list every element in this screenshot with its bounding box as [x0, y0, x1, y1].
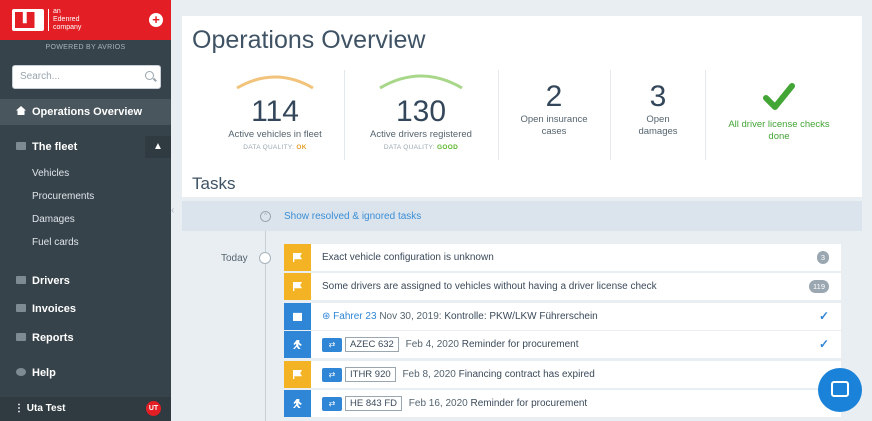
- home-icon: [16, 106, 26, 115]
- car-icon: [16, 142, 26, 150]
- flag-icon: [293, 253, 302, 262]
- chevron-up-icon[interactable]: ^: [260, 211, 271, 222]
- car-icon: ⇄: [322, 367, 342, 382]
- help-icon: [16, 368, 26, 376]
- license-plate[interactable]: ITHR 920: [345, 367, 396, 382]
- steering-wheel-icon: ⊛: [322, 311, 334, 322]
- task-row[interactable]: ⇄ HE 843 FD Feb 16, 2020 Reminder for pro…: [284, 390, 841, 418]
- sidebar-item-procurements[interactable]: Procurements: [32, 188, 94, 206]
- flag-icon: [293, 282, 302, 291]
- calendar-icon: [293, 312, 302, 321]
- avatar: UT: [146, 401, 161, 416]
- add-icon[interactable]: +: [149, 13, 163, 27]
- show-resolved-link[interactable]: Show resolved & ignored tasks: [284, 211, 421, 222]
- timeline-dot: [259, 252, 271, 264]
- invoice-icon: [16, 304, 26, 312]
- show-resolved-bar: ^ Show resolved & ignored tasks: [182, 201, 862, 231]
- gauge-icon: [236, 75, 314, 90]
- sidebar-item-damages[interactable]: Damages: [32, 211, 75, 229]
- gauge-icon: [379, 74, 463, 90]
- chevron-up-icon[interactable]: ▲: [145, 136, 171, 158]
- task-row[interactable]: ⇄ AZEC 632 Feb 4, 2020 Reminder for procu…: [284, 331, 841, 359]
- overview-panel: Operations Overview 114 Active vehicles …: [182, 16, 862, 197]
- check-icon[interactable]: ✓: [819, 337, 829, 351]
- sidebar-item-fleet[interactable]: The fleet ▲: [0, 136, 171, 158]
- tasks-heading: Tasks: [192, 174, 236, 193]
- car-icon: ⇄: [322, 396, 342, 411]
- sidebar: an Edenred company + POWERED BY AVRIOS S…: [0, 0, 171, 421]
- runner-icon: [293, 399, 302, 408]
- count-badge: 119: [809, 280, 829, 293]
- task-row[interactable]: Exact vehicle configuration is unknown 3: [284, 244, 841, 272]
- sidebar-item-help[interactable]: Help: [0, 362, 171, 384]
- today-label: Today: [221, 253, 248, 264]
- brand-header: an Edenred company +: [0, 0, 171, 40]
- runner-icon: [293, 340, 302, 349]
- uta-logo[interactable]: [12, 9, 44, 31]
- stat-license-checks[interactable]: All driver license checks done: [712, 80, 846, 178]
- chat-icon: [831, 381, 849, 397]
- license-plate[interactable]: HE 843 FD: [345, 396, 402, 411]
- search-icon: [145, 71, 154, 80]
- sidebar-item-drivers[interactable]: Drivers: [0, 270, 171, 292]
- task-row[interactable]: ⊛ Fahrer 23 Nov 30, 2019: Kontrolle: PKW…: [284, 303, 841, 331]
- stat-active-vehicles[interactable]: 114 Active vehicles in fleet DATA QUALIT…: [210, 70, 340, 168]
- checkmark-icon: [763, 83, 795, 110]
- person-icon: [16, 276, 26, 284]
- stat-open-insurance[interactable]: 2 Open insurance cases: [504, 80, 604, 178]
- kebab-icon: ⋮: [14, 403, 27, 414]
- bar-chart-icon: [16, 333, 26, 341]
- sidebar-item-operations-overview[interactable]: Operations Overview: [0, 99, 171, 125]
- stat-active-drivers[interactable]: 130 Active drivers registered DATA QUALI…: [358, 70, 484, 168]
- check-icon[interactable]: ✓: [819, 309, 829, 323]
- sidebar-item-invoices[interactable]: Invoices: [0, 298, 171, 320]
- user-menu[interactable]: ⋮ Uta Test UT: [0, 397, 171, 421]
- count-badge: 3: [816, 251, 829, 264]
- powered-by: POWERED BY AVRIOS: [45, 44, 126, 51]
- license-plate[interactable]: AZEC 632: [345, 337, 399, 352]
- flag-icon: [293, 370, 302, 379]
- sidebar-item-vehicles[interactable]: Vehicles: [32, 165, 69, 183]
- stat-open-damages[interactable]: 3 Open damages: [615, 80, 701, 178]
- car-icon: ⇄: [322, 337, 342, 352]
- collapse-sidebar-icon[interactable]: ‹: [171, 205, 179, 223]
- brand-tagline: an Edenred company: [53, 8, 82, 31]
- sidebar-item-fuel-cards[interactable]: Fuel cards: [32, 234, 79, 252]
- sidebar-item-reports[interactable]: Reports: [0, 327, 171, 349]
- task-row[interactable]: ⇄ ITHR 920 Feb 8, 2020 Financing contract…: [284, 361, 841, 389]
- driver-link[interactable]: Fahrer 23: [333, 311, 376, 322]
- chat-button[interactable]: [818, 368, 862, 412]
- page-title: Operations Overview: [192, 26, 426, 54]
- task-row[interactable]: Some drivers are assigned to vehicles wi…: [284, 273, 841, 301]
- search-input[interactable]: Search...: [12, 65, 161, 89]
